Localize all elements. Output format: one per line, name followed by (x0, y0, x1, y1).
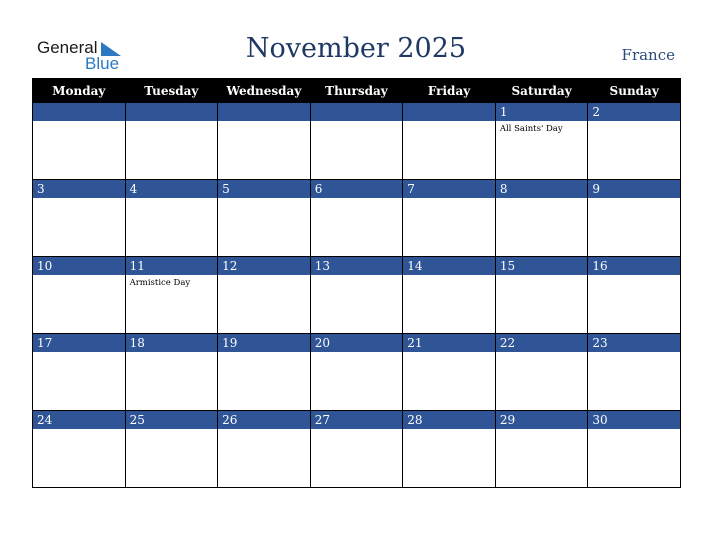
day-cell[interactable]: 27 (309, 410, 404, 488)
day-cell[interactable]: 8 (494, 179, 589, 257)
day-cell[interactable]: 25 (124, 410, 219, 488)
day-cell[interactable]: 21 (402, 333, 496, 411)
day-number: 5 (218, 180, 310, 198)
day-number: 18 (125, 334, 218, 352)
day-number: 10 (33, 257, 125, 275)
day-cell[interactable]: 20 (309, 333, 404, 411)
day-cell[interactable]: 16 (587, 256, 681, 334)
day-cell[interactable]: 14 (402, 256, 496, 334)
day-number (218, 103, 310, 121)
week-row: 17 18 19 20 21 22 23 (32, 333, 681, 411)
day-number: 3 (33, 180, 125, 198)
day-cell[interactable]: 3 (32, 179, 126, 257)
day-number (310, 103, 403, 121)
day-number: 7 (403, 180, 495, 198)
week-row: 10 11 Armistice Day 12 13 14 15 16 (32, 256, 681, 334)
day-number: 30 (588, 411, 680, 429)
day-number: 22 (495, 334, 588, 352)
day-number: 26 (218, 411, 310, 429)
day-number: 25 (125, 411, 218, 429)
day-cell[interactable]: 5 (217, 179, 311, 257)
day-number: 29 (495, 411, 588, 429)
day-number (125, 103, 218, 121)
day-number: 17 (33, 334, 125, 352)
day-number: 6 (310, 180, 403, 198)
day-cell[interactable] (124, 102, 219, 180)
calendar-grid: Monday Tuesday Wednesday Thursday Friday Satu… (32, 78, 681, 488)
day-cell[interactable]: 19 (217, 333, 311, 411)
day-cell[interactable]: 10 (32, 256, 126, 334)
day-cell[interactable]: 18 (124, 333, 219, 411)
day-number: 9 (588, 180, 680, 198)
day-cell[interactable] (32, 102, 126, 180)
day-number: 14 (403, 257, 495, 275)
day-cell[interactable]: 7 (402, 179, 496, 257)
day-cell[interactable]: 1 All Saints' Day (494, 102, 589, 180)
day-cell[interactable]: 15 (494, 256, 589, 334)
day-cell[interactable]: 29 (494, 410, 589, 488)
weekday-header: Thursday (309, 78, 404, 103)
week-row: 3456789 (32, 179, 681, 257)
country-label: France (621, 46, 675, 64)
day-number: 13 (310, 257, 403, 275)
day-number: 12 (218, 257, 310, 275)
day-cell[interactable]: 6 (309, 179, 404, 257)
day-number: 20 (310, 334, 403, 352)
day-number: 24 (33, 411, 125, 429)
day-cell[interactable]: 4 (124, 179, 219, 257)
day-cell[interactable]: 9 (587, 179, 681, 257)
weekday-header: Sunday (587, 78, 681, 103)
holiday-label: All Saints' Day (499, 124, 563, 134)
week-row: 24 25 26 27 28 29 30 (32, 410, 681, 488)
day-cell[interactable] (217, 102, 311, 180)
day-cell[interactable]: 11 Armistice Day (124, 256, 219, 334)
day-number: 28 (403, 411, 495, 429)
weekday-header: Tuesday (124, 78, 219, 103)
weekday-header: Monday (32, 78, 126, 103)
day-number: 8 (495, 180, 588, 198)
day-number: 23 (588, 334, 680, 352)
weekday-header-row: Monday Tuesday Wednesday Thursday Friday Satu… (32, 78, 681, 103)
day-cell[interactable]: 30 (587, 410, 681, 488)
day-number (33, 103, 125, 121)
day-number: 19 (218, 334, 310, 352)
day-number: 21 (403, 334, 495, 352)
day-number (403, 103, 495, 121)
holiday-label: Armistice Day (129, 278, 191, 288)
day-number: 15 (495, 257, 588, 275)
day-number: 1 (495, 103, 588, 121)
weekday-header: Wednesday (217, 78, 311, 103)
day-cell[interactable]: 23 (587, 333, 681, 411)
weekday-header: Saturday (494, 78, 589, 103)
day-cell[interactable] (309, 102, 404, 180)
day-cell[interactable]: 2 (587, 102, 681, 180)
day-cell[interactable]: 22 (494, 333, 589, 411)
day-cell[interactable]: 24 (32, 410, 126, 488)
day-number: 2 (588, 103, 680, 121)
day-cell[interactable]: 12 (217, 256, 311, 334)
day-cell[interactable]: 26 (217, 410, 311, 488)
day-number: 11 (125, 257, 218, 275)
day-cell[interactable] (402, 102, 496, 180)
day-cell[interactable]: 28 (402, 410, 496, 488)
page-title: November 2025 (245, 33, 467, 64)
week-row: 1 All Saints' Day 2 (32, 102, 681, 180)
day-number: 4 (125, 180, 218, 198)
weekday-header: Friday (402, 78, 496, 103)
day-cell[interactable]: 17 (32, 333, 126, 411)
day-cell[interactable]: 13 (309, 256, 404, 334)
day-number: 16 (588, 257, 680, 275)
day-number: 27 (310, 411, 403, 429)
